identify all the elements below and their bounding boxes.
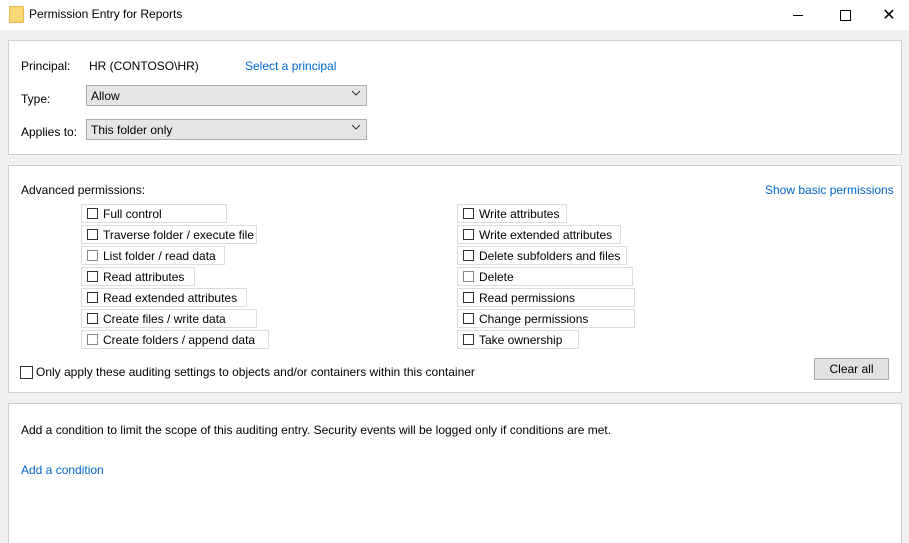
- permission-label: Change permissions: [479, 312, 589, 326]
- condition-description: Add a condition to limit the scope of th…: [21, 423, 612, 437]
- clear-all-button[interactable]: Clear all: [814, 358, 889, 380]
- checkbox[interactable]: [87, 250, 98, 261]
- advanced-permissions-heading: Advanced permissions:: [21, 183, 146, 197]
- checkbox[interactable]: [87, 271, 98, 282]
- permission-read-attributes[interactable]: Read attributes: [81, 267, 195, 286]
- permission-delete[interactable]: Delete: [457, 267, 633, 286]
- title-bar: Permission Entry for Reports ✕: [0, 0, 909, 30]
- type-dropdown[interactable]: Allow: [86, 85, 367, 106]
- checkbox[interactable]: [463, 292, 474, 303]
- minimize-icon: [793, 14, 803, 16]
- checkbox[interactable]: [87, 208, 98, 219]
- checkbox[interactable]: [463, 250, 474, 261]
- checkbox[interactable]: [463, 334, 474, 345]
- checkbox[interactable]: [463, 229, 474, 240]
- permission-label: Write extended attributes: [479, 228, 613, 242]
- add-condition-link[interactable]: Add a condition: [21, 463, 104, 477]
- permission-label: Traverse folder / execute file: [103, 228, 254, 242]
- permission-label: Take ownership: [479, 333, 563, 347]
- permission-delete-subfolders[interactable]: Delete subfolders and files: [457, 246, 627, 265]
- window-title: Permission Entry for Reports: [29, 7, 183, 21]
- maximize-icon: [839, 9, 851, 21]
- applies-to-dropdown[interactable]: This folder only: [86, 119, 367, 140]
- only-apply-checkbox[interactable]: [20, 366, 33, 379]
- principal-label: Principal:: [21, 59, 71, 73]
- type-value: Allow: [91, 89, 120, 103]
- applies-to-label: Applies to:: [21, 125, 78, 139]
- only-apply-label: Only apply these auditing settings to ob…: [36, 365, 475, 379]
- principal-panel: Principal: HR (CONTOSO\HR) Select a prin…: [8, 40, 902, 155]
- permission-label: Create files / write data: [103, 312, 226, 326]
- select-principal-link[interactable]: Select a principal: [245, 59, 336, 73]
- permission-label: Create folders / append data: [103, 333, 256, 347]
- permission-write-extended-attributes[interactable]: Write extended attributes: [457, 225, 621, 244]
- permission-create-folders[interactable]: Create folders / append data: [81, 330, 269, 349]
- permission-change-permissions[interactable]: Change permissions: [457, 309, 635, 328]
- permission-read-extended-attributes[interactable]: Read extended attributes: [81, 288, 247, 307]
- condition-panel: Add a condition to limit the scope of th…: [8, 403, 902, 543]
- checkbox[interactable]: [87, 334, 98, 345]
- permission-label: Delete subfolders and files: [479, 249, 621, 263]
- checkbox[interactable]: [87, 313, 98, 324]
- permission-write-attributes[interactable]: Write attributes: [457, 204, 567, 223]
- permission-create-files[interactable]: Create files / write data: [81, 309, 257, 328]
- chevron-down-icon: [352, 124, 360, 130]
- checkbox[interactable]: [87, 229, 98, 240]
- permission-label: Read extended attributes: [103, 291, 238, 305]
- close-icon: ✕: [882, 7, 896, 24]
- permission-read-permissions[interactable]: Read permissions: [457, 288, 635, 307]
- checkbox[interactable]: [463, 271, 474, 282]
- checkbox[interactable]: [463, 313, 474, 324]
- folder-icon: [9, 6, 24, 23]
- checkbox[interactable]: [87, 292, 98, 303]
- principal-value: HR (CONTOSO\HR): [89, 59, 199, 73]
- permission-label: Read attributes: [103, 270, 185, 284]
- permission-list-folder[interactable]: List folder / read data: [81, 246, 225, 265]
- permission-label: List folder / read data: [103, 249, 216, 263]
- permission-label: Read permissions: [479, 291, 576, 305]
- show-basic-permissions-link[interactable]: Show basic permissions: [765, 183, 894, 197]
- minimize-button[interactable]: [775, 0, 821, 30]
- type-label: Type:: [21, 92, 51, 106]
- checkbox[interactable]: [463, 208, 474, 219]
- chevron-down-icon: [352, 90, 360, 96]
- permission-label: Full control: [103, 207, 162, 221]
- permission-traverse-folder[interactable]: Traverse folder / execute file: [81, 225, 257, 244]
- permission-take-ownership[interactable]: Take ownership: [457, 330, 579, 349]
- permissions-panel: Advanced permissions: Show basic permiss…: [8, 165, 902, 393]
- permission-label: Write attributes: [479, 207, 560, 221]
- applies-to-value: This folder only: [91, 123, 173, 137]
- permission-label: Delete: [479, 270, 514, 284]
- permission-full-control[interactable]: Full control: [81, 204, 227, 223]
- maximize-button[interactable]: [822, 0, 868, 30]
- close-button[interactable]: ✕: [866, 0, 909, 30]
